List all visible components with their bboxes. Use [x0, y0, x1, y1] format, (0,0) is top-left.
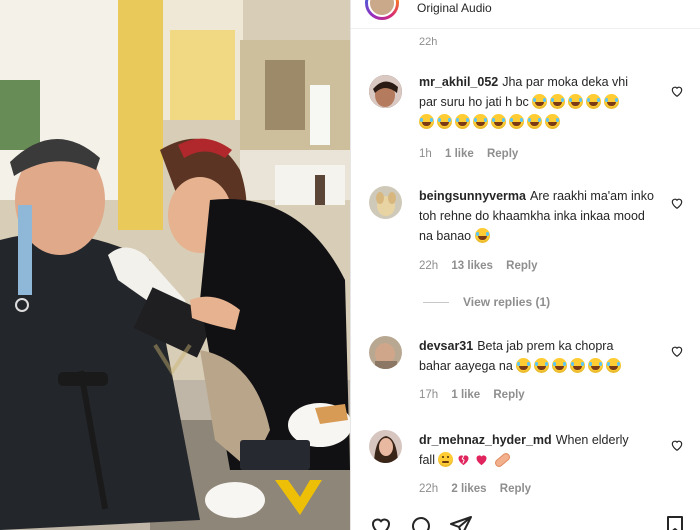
joy-emoji	[550, 94, 566, 109]
avatar[interactable]	[369, 430, 402, 463]
comment-username[interactable]: mr_akhil_052	[419, 75, 498, 89]
joy-emoji	[516, 358, 532, 373]
view-replies-button[interactable]: View replies (1)	[423, 295, 550, 309]
comment-text: beingsunnyverma Are raakhi ma'am inko toh…	[419, 186, 659, 246]
broken-heart-icon	[458, 455, 469, 466]
comment-meta: 17h 1 like Reply	[419, 389, 535, 401]
joy-emoji	[419, 114, 434, 129]
comment-body: Jha par moka deka vhi	[502, 75, 628, 89]
share-icon[interactable]	[449, 514, 473, 530]
comment-body: When elderly	[555, 433, 629, 447]
sad-emoji	[438, 452, 454, 467]
comment-meta: 22h 2 likes Reply	[419, 483, 541, 495]
joy-emoji	[474, 228, 490, 243]
comment-time: 17h	[419, 389, 439, 401]
joy-emoji	[534, 358, 550, 373]
comment-username[interactable]: devsar31	[419, 339, 473, 353]
comment-body-line2: bahar aayega na	[419, 359, 513, 373]
joy-emoji	[527, 114, 542, 129]
comment-body-line2: par suru ho jati h bc	[419, 95, 529, 109]
avatar[interactable]	[369, 75, 402, 108]
post-photo[interactable]	[0, 0, 350, 530]
reply-button[interactable]: Reply	[493, 389, 524, 401]
comment-likes[interactable]: 1 like	[445, 148, 474, 160]
comment-text: devsar31 Beta jab prem ka chopra bahar aa…	[419, 336, 659, 376]
comment-time: 22h	[419, 483, 439, 495]
heart-icon[interactable]	[670, 344, 684, 358]
top-timestamp: 22h	[419, 36, 438, 48]
heart-icon[interactable]	[670, 438, 684, 452]
joy-emoji	[568, 94, 584, 109]
joy-emoji	[588, 358, 604, 373]
comment-icon[interactable]	[409, 514, 433, 530]
author-avatar[interactable]	[365, 0, 399, 20]
comment-text: dr_mehnaz_hyder_md When elderly fall	[419, 430, 659, 470]
joy-emoji	[473, 114, 488, 129]
avatar[interactable]	[369, 336, 402, 369]
reply-button[interactable]: Reply	[500, 483, 531, 495]
post-header: Original Audio	[351, 0, 700, 29]
post-photo-illustration	[0, 0, 350, 530]
comments-panel[interactable]: Original Audio 22h mr_akhil_052 Jha par m…	[351, 0, 700, 530]
comment-likes[interactable]: 2 likes	[451, 483, 486, 495]
joy-emoji	[606, 358, 622, 373]
joy-emoji	[491, 114, 506, 129]
heart-icon[interactable]	[670, 84, 684, 98]
comment-text: mr_akhil_052 Jha par moka deka vhi par su…	[419, 72, 659, 132]
joy-emoji	[545, 114, 560, 129]
joy-emoji	[570, 358, 586, 373]
comment-meta: 22h 13 likes Reply	[419, 260, 548, 272]
reply-button[interactable]: Reply	[506, 260, 537, 272]
heart-icon[interactable]	[670, 196, 684, 210]
joy-emoji	[437, 114, 452, 129]
joy-emoji	[455, 114, 470, 129]
bookmark-icon[interactable]	[663, 514, 687, 530]
joy-emoji	[586, 94, 602, 109]
comment-username[interactable]: dr_mehnaz_hyder_md	[419, 433, 552, 447]
comment-username[interactable]: beingsunnyverma	[419, 189, 526, 203]
joy-emoji	[509, 114, 524, 129]
joy-emoji	[532, 94, 548, 109]
joy-emoji	[552, 358, 568, 373]
comment-likes[interactable]: 1 like	[451, 389, 480, 401]
avatar[interactable]	[369, 186, 402, 219]
reply-button[interactable]: Reply	[487, 148, 518, 160]
replies-divider-line	[423, 302, 449, 304]
comment-body-line2: fall	[419, 453, 435, 467]
red-heart-icon	[476, 455, 487, 466]
like-heart-icon[interactable]	[369, 514, 393, 530]
comment-meta: 1h 1 like Reply	[419, 148, 528, 160]
comment-time: 1h	[419, 148, 432, 160]
audio-label[interactable]: Original Audio	[417, 1, 492, 15]
comment-body: Beta jab prem ka chopra	[477, 339, 614, 353]
view-replies-label[interactable]: View replies (1)	[463, 295, 550, 309]
joy-emoji	[604, 94, 620, 109]
comment-likes[interactable]: 13 likes	[451, 260, 493, 272]
comment-time: 22h	[419, 260, 439, 272]
bandage-icon	[493, 451, 513, 469]
